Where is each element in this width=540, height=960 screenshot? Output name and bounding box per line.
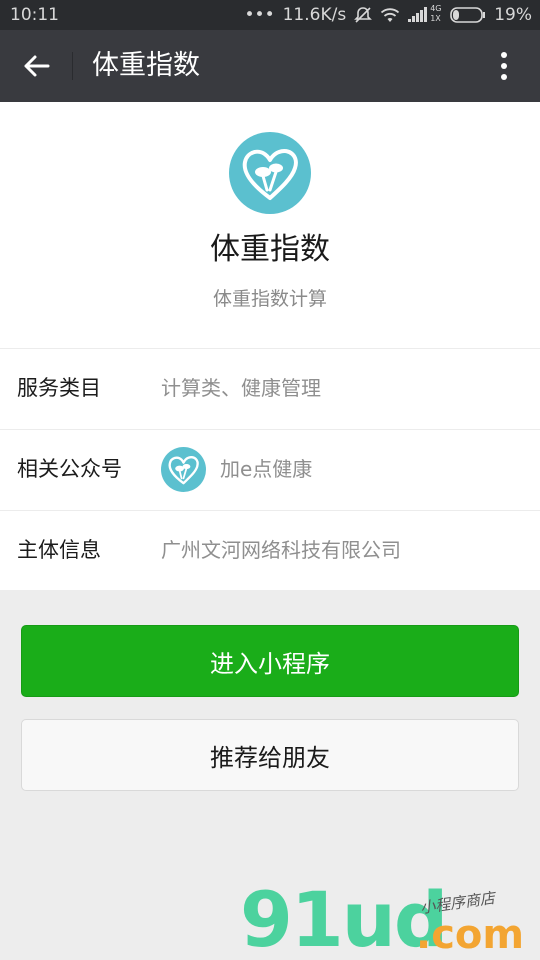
site-watermark: 91ud .com 小程序商店 (240, 880, 540, 960)
row-divider (0, 348, 540, 349)
account-name[interactable]: 加e点健康 (220, 456, 312, 482)
account-label: 相关公众号 (17, 457, 122, 481)
entity-value: 广州文河网络科技有限公司 (161, 538, 401, 562)
network-speed: 11.6K/s (282, 5, 347, 25)
status-bar: 10:11 ••• 11.6K/s 4G 1X 19% (0, 0, 540, 30)
official-account-avatar-icon[interactable] (161, 447, 206, 492)
network-type-bottom: 1X (430, 14, 441, 23)
status-icons: ••• 11.6K/s 4G 1X 19% (244, 4, 532, 25)
mini-program-name: 体重指数 (210, 232, 330, 267)
watermark-domain-suffix: .com (416, 912, 525, 958)
app-logo-icon (229, 132, 311, 214)
entity-label: 主体信息 (17, 538, 101, 562)
more-vertical-icon (501, 52, 507, 80)
app-bar-divider (72, 52, 73, 80)
enter-mini-program-button[interactable]: 进入小程序 (21, 625, 519, 697)
category-label: 服务类目 (17, 376, 101, 400)
status-dots: ••• (244, 5, 275, 25)
recommend-to-friend-button[interactable]: 推荐给朋友 (21, 719, 519, 791)
battery-percent: 19% (494, 5, 532, 25)
mini-program-card: 体重指数 体重指数计算 服务类目 计算类、健康管理 相关公众号 加e点健康 主体… (0, 102, 540, 590)
arrow-left-icon (24, 55, 50, 77)
network-type-top: 4G (430, 4, 442, 13)
info-row-entity: 主体信息 广州文河网络科技有限公司 (0, 510, 540, 591)
status-time: 10:11 (10, 5, 59, 25)
app-bar: 体重指数 (0, 30, 540, 102)
mini-program-description: 体重指数计算 (212, 288, 327, 310)
wifi-icon (380, 7, 400, 23)
signal-icon: 4G 1X (408, 4, 442, 24)
info-row-category: 服务类目 计算类、健康管理 (0, 348, 540, 429)
more-button[interactable] (486, 44, 522, 88)
category-value: 计算类、健康管理 (161, 376, 321, 400)
mute-bell-icon (354, 6, 373, 24)
row-divider (0, 429, 540, 430)
battery-icon (450, 7, 486, 23)
row-divider (0, 510, 540, 511)
back-button[interactable] (14, 44, 58, 88)
info-row-account[interactable]: 相关公众号 加e点健康 (0, 429, 540, 510)
page-title: 体重指数 (92, 50, 200, 81)
